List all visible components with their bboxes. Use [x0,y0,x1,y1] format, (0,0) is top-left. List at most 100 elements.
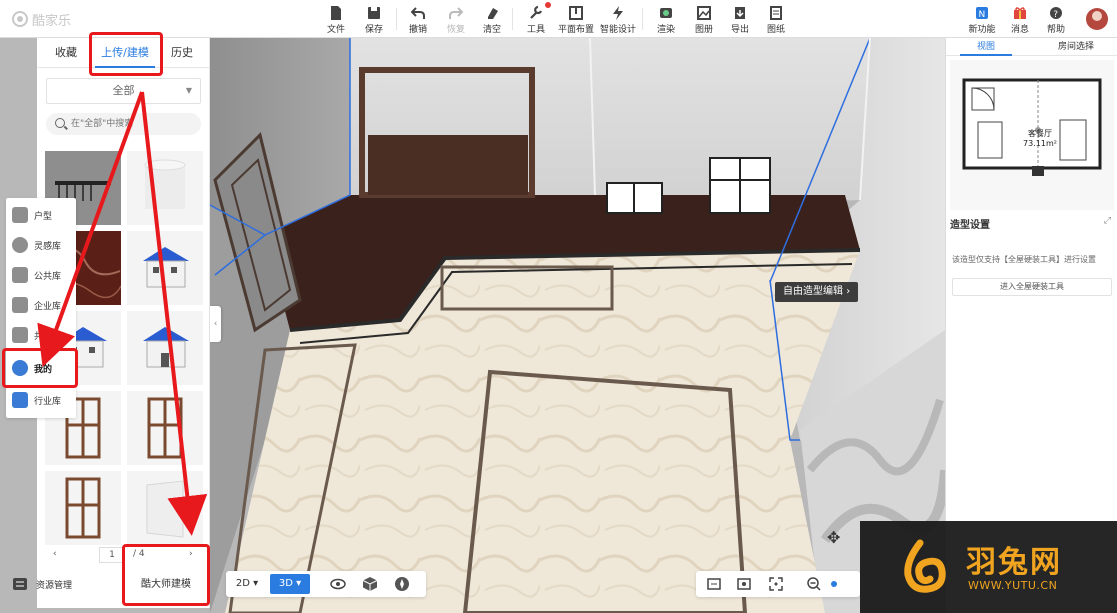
sidebar-item-public-library[interactable]: 公共库 [6,260,76,290]
view-3d-button[interactable]: 3D ▾ [270,574,310,594]
kudashi-modeling-button[interactable]: 酷大师建模 [125,571,207,599]
undo-icon [411,7,425,19]
room-area: 73.11m² [1023,139,1057,148]
zoom-out-icon[interactable] [806,576,822,592]
user-avatar[interactable] [1086,8,1108,30]
sidebar-item-shared-library[interactable]: 共享库 [6,320,76,350]
tools-button[interactable]: 工具 [516,3,556,35]
zoom-slider[interactable] [830,576,846,592]
camera-view-icon[interactable] [736,576,752,592]
pagination: ‹ 1 / 4 › [37,546,210,566]
industry-library-icon [12,392,28,408]
search-input[interactable]: 在"全部"中搜索 [46,113,201,135]
model-thumbnail-window-c[interactable] [45,471,121,545]
top-toolbar: 酷家乐 文件 保存 撤销 恢复 清空 工具 平面布置 智能设计 渲染 图册 导出… [0,0,1117,38]
fit-screen-icon[interactable] [768,576,784,592]
watermark: 羽兔网 WWW.YUTU.CN [860,521,1117,613]
prev-page-button[interactable]: ‹ [53,549,57,559]
model-thumbnail-cylinder[interactable] [127,151,203,225]
svg-text:✥: ✥ [827,528,840,547]
sidebar-item-enterprise-library[interactable]: 企业库 [6,290,76,320]
user-icon [12,360,28,376]
right-panel-tabs: 视图 房间选择 [946,38,1117,56]
logo-text: 酷家乐 [32,13,72,29]
new-features-button[interactable]: N 新功能 [962,3,1002,35]
floorplan-minimap[interactable]: 客餐厅 73.11m² [950,60,1114,210]
app-logo[interactable]: 酷家乐 [12,9,71,29]
undo-button[interactable]: 撤销 [398,3,438,35]
category-select[interactable]: 全部 ▼ [46,78,201,104]
floor-plan-button[interactable]: 平面布置 [556,3,596,35]
free-modeling-edit-tooltip[interactable]: 自由造型编辑 › [775,282,859,302]
camera-icon [660,8,672,18]
chevron-down-icon: ▼ [185,86,192,95]
next-page-button[interactable]: › [189,549,193,559]
floorplan-icon [12,207,28,223]
page-number-input[interactable]: 1 [99,547,125,563]
search-placeholder: 在"全部"中搜索 [71,119,134,129]
watermark-url: WWW.YUTU.CN [968,579,1058,592]
crown-icon [12,297,28,313]
toolbar-divider [642,8,643,30]
enter-hard-decoration-tool-button[interactable]: 进入全屋硬装工具 [952,278,1112,296]
drawings-button[interactable]: 图纸 [756,3,796,35]
share-icon [12,327,28,343]
notification-dot [545,2,551,8]
save-icon [368,7,380,19]
tab-room-select[interactable]: 房间选择 [1046,38,1106,56]
wrench-icon [530,5,543,19]
clear-button[interactable]: 清空 [472,3,512,35]
eye-icon[interactable] [330,576,346,592]
export-button[interactable]: 导出 [720,3,760,35]
sidebar-item-floorplan[interactable]: 户型 [6,200,76,230]
model-thumbnail-house-c[interactable] [127,311,203,385]
resource-manager[interactable]: 资源管理 [10,570,120,600]
collapse-panel-handle[interactable]: ‹ [210,306,221,342]
model-thumbnail-house-a[interactable] [127,231,203,305]
watermark-name: 羽兔网 [966,545,1062,580]
view-2d-button[interactable]: 2D ▾ [230,574,264,594]
room-name: 客餐厅 [1028,129,1052,138]
smart-design-button[interactable]: 智能设计 [598,3,638,35]
album-button[interactable]: 图册 [684,3,724,35]
cube-icon[interactable] [362,576,378,592]
model-thumbnail-window-b[interactable] [127,391,203,465]
modeling-settings-title: 造型设置 [950,220,990,231]
file-icon [331,6,341,20]
sidebar-item-industry-library[interactable]: 行业库 [6,385,76,415]
view-controls: 2D ▾ 3D ▾ [226,571,426,597]
chevron-right-icon: › [846,286,851,297]
redo-button[interactable]: 恢复 [436,3,476,35]
reset-view-icon[interactable] [706,576,722,592]
floor-plan-icon [569,6,583,20]
save-button[interactable]: 保存 [354,3,394,35]
sofa-icon [12,267,28,283]
tab-history[interactable]: 历史 [159,38,205,68]
sidebar-item-inspiration[interactable]: 灵感库 [6,230,76,260]
svg-text:?: ? [1053,10,1058,20]
house-model-icon [143,327,189,368]
lightbulb-icon [12,237,28,253]
help-button[interactable]: ? 帮助 [1036,3,1076,35]
drawing-icon [770,6,782,20]
file-button[interactable]: 文件 [316,3,356,35]
messages-button[interactable]: 消息 [1000,3,1040,35]
compass-icon[interactable] [394,576,410,592]
tab-view[interactable]: 视图 [960,38,1012,56]
catalog-tabs: 收藏 上传/建模 历史 [37,38,210,68]
tab-upload-modeling[interactable]: 上传/建模 [95,38,155,68]
model-thumbnail-panel[interactable] [127,471,203,545]
tab-favorites[interactable]: 收藏 [41,38,91,68]
category-select-value: 全部 [112,84,135,97]
toolbar-divider [512,8,513,30]
lightning-icon [613,6,623,20]
eraser-icon [488,8,498,19]
expand-icon[interactable]: ⤢ [1104,216,1111,226]
gift-icon [1014,7,1026,19]
image-icon [697,6,711,20]
panel-model-icon [146,480,184,538]
help-icon: ? [1050,7,1062,20]
sidebar-item-mine[interactable]: 我的 [6,353,76,383]
svg-text:N: N [979,10,986,20]
render-button[interactable]: 渲染 [646,3,686,35]
